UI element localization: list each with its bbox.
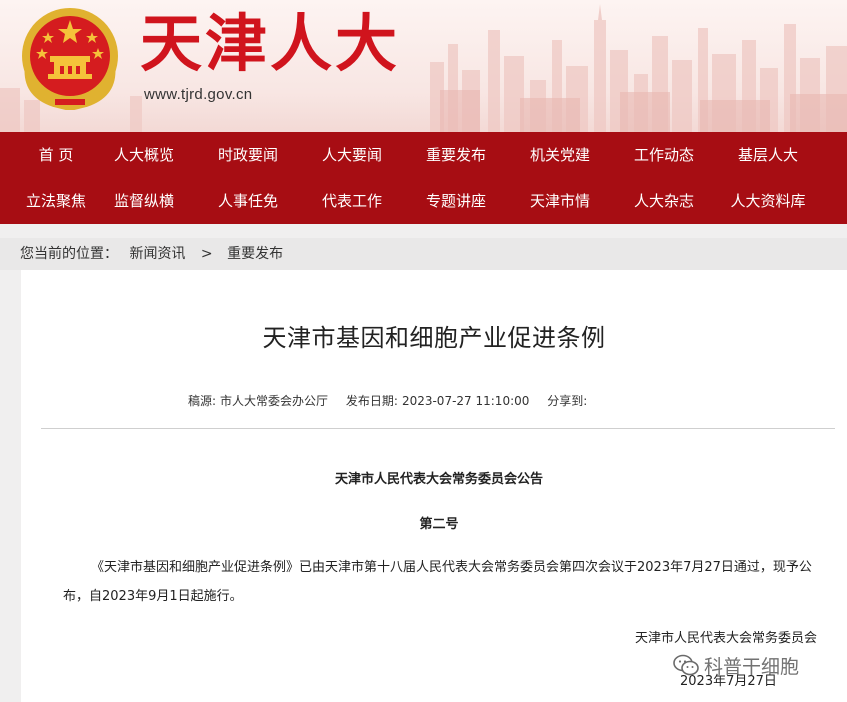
share-label[interactable]: 分享到: — [547, 394, 587, 408]
nav-row-secondary: 立法聚焦 监督纵横 人事任免 代表工作 专题讲座 天津市情 人大杂志 人大资料库 — [0, 178, 847, 224]
signer: 天津市人民代表大会常务委员会 — [634, 631, 817, 646]
nav-item-appointments[interactable]: 人事任免 — [196, 178, 300, 224]
article-body: 《天津市基因和细胞产业促进条例》已由天津市第十八届人民代表大会常务委员会第四次会… — [63, 560, 812, 604]
nav-item-magazine[interactable]: 人大杂志 — [612, 178, 716, 224]
notice-number: 第二号 — [419, 517, 459, 532]
nav-item-lectures[interactable]: 专题讲座 — [404, 178, 508, 224]
main-navigation: 首 页 人大概览 时政要闻 人大要闻 重要发布 机关党建 工作动态 基层人大 立… — [0, 132, 847, 224]
date-value: 2023-07-27 11:10:00 — [401, 394, 530, 408]
nav-item-work-updates[interactable]: 工作动态 — [612, 132, 716, 178]
nav-item-congress-news[interactable]: 人大要闻 — [300, 132, 404, 178]
article-panel: 天津市基因和细胞产业促进条例 稿源: 市人大常委会办公厅 发布日期: 2023-07… — [21, 270, 847, 702]
article-meta: 稿源: 市人大常委会办公厅 发布日期: 2023-07-27 11:10:00 分享… — [188, 392, 591, 409]
city-skyline-background — [0, 4, 847, 132]
source-value: 市人大常委会办公厅 — [220, 394, 329, 408]
watermark-text: 科普干细胞 — [704, 655, 800, 678]
nav-item-deputies[interactable]: 代表工作 — [300, 178, 404, 224]
article-title: 天津市基因和细胞产业促进条例 — [262, 324, 606, 352]
title-divider — [41, 428, 835, 429]
nav-row-primary: 首 页 人大概览 时政要闻 人大要闻 重要发布 机关党建 工作动态 基层人大 — [0, 132, 847, 178]
nav-item-home[interactable]: 首 页 — [20, 132, 92, 178]
nav-item-legislation[interactable]: 立法聚焦 — [20, 178, 92, 224]
nav-item-announcements[interactable]: 重要发布 — [404, 132, 508, 178]
wechat-watermark: 科普干细胞 — [672, 652, 799, 678]
site-title[interactable]: 天津人大 — [140, 6, 400, 82]
breadcrumb-separator: > — [200, 246, 213, 262]
nav-item-party-building[interactable]: 机关党建 — [508, 132, 612, 178]
nav-item-current-affairs[interactable]: 时政要闻 — [196, 132, 300, 178]
national-emblem-icon — [22, 8, 118, 110]
nav-item-archive[interactable]: 人大资料库 — [716, 178, 820, 224]
source-label: 稿源: — [188, 394, 217, 408]
notice-title: 天津市人民代表大会常务委员会公告 — [334, 472, 543, 487]
breadcrumb-label: 您当前的位置： — [20, 246, 118, 262]
nav-item-supervision[interactable]: 监督纵横 — [92, 178, 196, 224]
nav-item-grassroots[interactable]: 基层人大 — [716, 132, 820, 178]
breadcrumb-bar: 您当前的位置： 新闻资讯 > 重要发布 — [0, 238, 847, 270]
date-label: 发布日期: — [345, 394, 398, 408]
site-header: 天津人大 www.tjrd.gov.cn — [0, 0, 847, 132]
nav-item-city-info[interactable]: 天津市情 — [508, 178, 612, 224]
site-url[interactable]: www.tjrd.gov.cn — [144, 86, 252, 103]
breadcrumb: 您当前的位置： 新闻资讯 > 重要发布 — [20, 238, 290, 270]
breadcrumb-link-news[interactable]: 新闻资讯 — [129, 246, 185, 262]
nav-item-overview[interactable]: 人大概览 — [92, 132, 196, 178]
breadcrumb-link-announcements[interactable]: 重要发布 — [227, 246, 283, 262]
wechat-icon — [673, 654, 699, 676]
